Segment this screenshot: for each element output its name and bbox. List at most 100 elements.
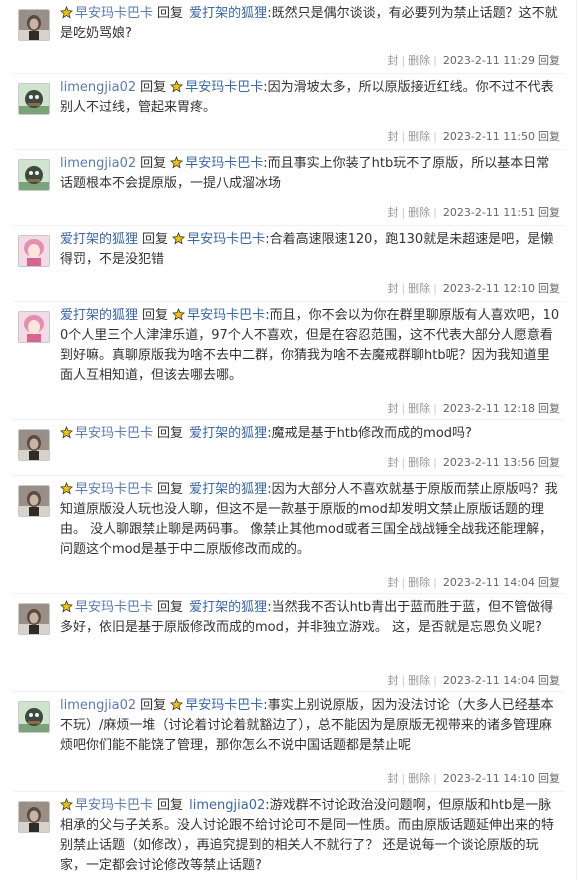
- comment-body: limengjia02 回复 早安玛卡巴卡:事实上别说原版，因为没法讨论（大多人已…: [60, 696, 560, 756]
- seal-link[interactable]: 封: [387, 674, 398, 687]
- avatar[interactable]: [18, 235, 50, 267]
- separator: |: [433, 282, 437, 295]
- seal-link[interactable]: 封: [387, 130, 398, 143]
- delete-link[interactable]: 删除: [408, 772, 430, 785]
- comment-item: 爱打架的狐狸 回复 早安玛卡巴卡:而且，你不会以为你在群里聊原版有人喜欢吧，100…: [0, 302, 576, 420]
- author-name[interactable]: 早安玛卡巴卡: [75, 6, 153, 21]
- seal-link[interactable]: 封: [387, 456, 398, 469]
- reply-target-name[interactable]: 爱打架的狐狸: [189, 6, 267, 21]
- avatar[interactable]: [18, 311, 50, 343]
- reply-target-name[interactable]: 爱打架的狐狸: [189, 426, 267, 441]
- timestamp: 2023-2-11 12:18: [442, 402, 535, 415]
- reply-word: 回复: [157, 6, 184, 21]
- avatar[interactable]: [18, 9, 50, 41]
- vip-badge-icon: [170, 156, 184, 169]
- comment-body: 早安玛卡巴卡 回复 爱打架的狐狸:魔戒是基于htb修改而成的mod吗?: [60, 424, 560, 444]
- seal-link[interactable]: 封: [387, 54, 398, 67]
- avatar[interactable]: [18, 83, 50, 115]
- comment-body: 早安玛卡巴卡 回复 爱打架的狐狸:因为大部分人不喜欢就基于原版而禁止原版吗？我知道…: [60, 480, 560, 560]
- comment-meta: 封 | 删除 | 2023-2-11 13:56 回复: [387, 456, 560, 470]
- author-name[interactable]: 爱打架的狐狸: [60, 232, 138, 247]
- comment-meta: 封 | 删除 | 2023-2-11 11:29 回复: [387, 54, 560, 68]
- seal-link[interactable]: 封: [387, 402, 398, 415]
- vip-badge-icon: [60, 426, 73, 439]
- vip-badge-icon: [60, 600, 73, 613]
- timestamp: 2023-2-11 11:50: [442, 130, 535, 143]
- reply-link[interactable]: 回复: [538, 130, 560, 143]
- vip-badge-icon: [60, 798, 73, 811]
- reply-target-name[interactable]: 早安玛卡巴卡: [185, 80, 263, 95]
- delete-link[interactable]: 删除: [408, 402, 430, 415]
- reply-link[interactable]: 回复: [538, 772, 560, 785]
- separator: |: [433, 772, 437, 785]
- delete-link[interactable]: 删除: [408, 130, 430, 143]
- seal-link[interactable]: 封: [387, 576, 398, 589]
- timestamp: 2023-2-11 14:04: [442, 674, 535, 687]
- reply-link[interactable]: 回复: [538, 576, 560, 589]
- comment-meta: 封 | 删除 | 2023-2-11 11:50 回复: [387, 130, 560, 144]
- separator: |: [433, 206, 437, 219]
- reply-link[interactable]: 回复: [538, 402, 560, 415]
- reply-link[interactable]: 回复: [538, 206, 560, 219]
- reply-target-name[interactable]: 爱打架的狐狸: [189, 600, 267, 615]
- comment-meta: 封 | 删除 | 2023-2-11 12:18 回复: [387, 402, 560, 416]
- comment-body: 早安玛卡巴卡 回复 爱打架的狐狸:既然只是偶尔谈谈，有必要列为禁止话题？这不就是吃…: [60, 4, 560, 44]
- reply-target-name[interactable]: limengjia02: [189, 798, 265, 813]
- comment-item: 早安玛卡巴卡 回复 爱打架的狐狸:既然只是偶尔谈谈，有必要列为禁止话题？这不就是吃…: [0, 0, 576, 74]
- seal-link[interactable]: 封: [387, 772, 398, 785]
- reply-link[interactable]: 回复: [538, 456, 560, 469]
- comment-body: limengjia02 回复 早安玛卡巴卡:而且事实上你装了htb玩不了原版，所以…: [60, 154, 560, 194]
- delete-link[interactable]: 删除: [408, 282, 430, 295]
- author-name[interactable]: limengjia02: [60, 698, 136, 713]
- comment-list: 早安玛卡巴卡 回复 爱打架的狐狸:既然只是偶尔谈谈，有必要列为禁止话题？这不就是吃…: [0, 0, 576, 880]
- author-name[interactable]: limengjia02: [60, 156, 136, 171]
- comment-item: 早安玛卡巴卡 回复 limengjia02:游戏群不讨论政治没问题啊，但原版和ht…: [0, 792, 576, 880]
- right-border: [576, 0, 577, 880]
- reply-target-name[interactable]: 早安玛卡巴卡: [187, 308, 265, 323]
- delete-link[interactable]: 删除: [408, 674, 430, 687]
- reply-word: 回复: [157, 426, 184, 441]
- avatar[interactable]: [18, 701, 50, 733]
- avatar[interactable]: [18, 603, 50, 635]
- comment-text: :魔戒是基于htb修改而成的mod吗?: [267, 426, 472, 441]
- delete-link[interactable]: 删除: [408, 206, 430, 219]
- author-name[interactable]: 早安玛卡巴卡: [75, 426, 153, 441]
- reply-link[interactable]: 回复: [538, 54, 560, 67]
- avatar[interactable]: [18, 159, 50, 191]
- reply-word: 回复: [157, 482, 184, 497]
- reply-link[interactable]: 回复: [538, 282, 560, 295]
- reply-target-name[interactable]: 早安玛卡巴卡: [185, 156, 263, 171]
- comment-item: limengjia02 回复 早安玛卡巴卡:而且事实上你装了htb玩不了原版，所以…: [0, 150, 576, 226]
- avatar[interactable]: [18, 801, 50, 833]
- reply-target-name[interactable]: 爱打架的狐狸: [189, 482, 267, 497]
- reply-link[interactable]: 回复: [538, 674, 560, 687]
- author-name[interactable]: 爱打架的狐狸: [60, 308, 138, 323]
- comment-meta: 封 | 删除 | 2023-2-11 11:51 回复: [387, 206, 560, 220]
- reply-target-name[interactable]: 早安玛卡巴卡: [185, 698, 263, 713]
- author-name[interactable]: 早安玛卡巴卡: [75, 482, 153, 497]
- vip-badge-icon: [60, 482, 73, 495]
- separator: |: [433, 576, 437, 589]
- author-name[interactable]: 早安玛卡巴卡: [75, 798, 153, 813]
- author-name[interactable]: 早安玛卡巴卡: [75, 600, 153, 615]
- timestamp: 2023-2-11 14:04: [442, 576, 535, 589]
- delete-link[interactable]: 删除: [408, 456, 430, 469]
- delete-link[interactable]: 删除: [408, 576, 430, 589]
- seal-link[interactable]: 封: [387, 282, 398, 295]
- comment-body: 爱打架的狐狸 回复 早安玛卡巴卡:而且，你不会以为你在群里聊原版有人喜欢吧，100…: [60, 306, 560, 386]
- seal-link[interactable]: 封: [387, 206, 398, 219]
- comment-item: 早安玛卡巴卡 回复 爱打架的狐狸:魔戒是基于htb修改而成的mod吗? 封 | 删除 |…: [0, 420, 576, 476]
- avatar[interactable]: [18, 485, 50, 517]
- separator: |: [401, 402, 406, 415]
- separator: |: [401, 674, 406, 687]
- avatar[interactable]: [18, 429, 50, 461]
- comment-meta: 封 | 删除 | 2023-2-11 14:04 回复: [387, 674, 560, 688]
- author-name[interactable]: limengjia02: [60, 80, 136, 95]
- reply-target-name[interactable]: 早安玛卡巴卡: [187, 232, 265, 247]
- separator: |: [401, 206, 406, 219]
- separator: |: [401, 282, 406, 295]
- reply-word: 回复: [140, 698, 167, 713]
- comment-body: 爱打架的狐狸 回复 早安玛卡巴卡:合着高速限速120，跑130就是未超速是吧，是懒…: [60, 230, 560, 270]
- delete-link[interactable]: 删除: [408, 54, 430, 67]
- timestamp: 2023-2-11 14:10: [442, 772, 535, 785]
